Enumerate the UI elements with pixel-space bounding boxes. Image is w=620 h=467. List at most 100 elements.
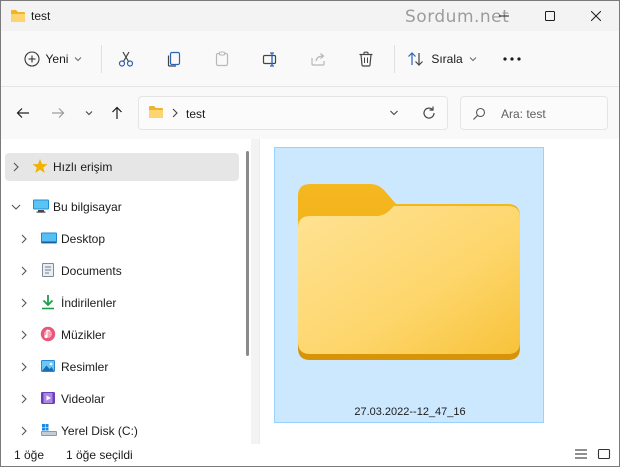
chevron-down-icon[interactable] [11, 204, 21, 210]
item-count: 1 öğe [14, 448, 45, 462]
more-icon [503, 57, 521, 61]
minimize-icon [499, 15, 509, 17]
sidebar-item-label: Müzikler [61, 328, 106, 342]
window-title: test [31, 9, 51, 23]
explorer-window: test Sordum.net Yeni Sırala test Ara: te… [0, 0, 620, 467]
paste-button[interactable] [207, 44, 237, 74]
address-bar[interactable]: test [138, 96, 448, 130]
rename-button[interactable] [255, 44, 285, 74]
share-button[interactable] [303, 44, 333, 74]
videos-icon [41, 392, 55, 404]
folder-name: 27.03.2022--12_47_16 [354, 406, 466, 418]
sidebar-item-desktop[interactable]: Desktop [5, 225, 239, 253]
copy-button[interactable] [159, 44, 189, 74]
disk-icon [41, 424, 57, 436]
chevron-down-icon [390, 110, 398, 116]
nav-scrollbar[interactable] [246, 151, 249, 356]
arrow-left-icon [16, 108, 29, 118]
maximize-icon [545, 11, 555, 21]
arrow-right-icon [52, 108, 65, 118]
sidebar-item-label: Desktop [61, 232, 106, 246]
title-bar: test Sordum.net [1, 1, 619, 31]
command-bar: Yeni Sırala [1, 31, 619, 87]
chevron-right-icon[interactable] [21, 298, 27, 308]
toolbar-divider [394, 45, 395, 73]
sidebar-item-quick-access[interactable]: Hızlı erişim [5, 153, 239, 181]
details-view-icon [575, 449, 587, 459]
sidebar-item-label: Yerel Disk (C:) [61, 424, 138, 438]
status-bar: 1 öğe 1 öğe seçildi [1, 444, 619, 466]
delete-button[interactable] [351, 44, 381, 74]
chevron-right-icon[interactable] [21, 234, 27, 244]
close-button[interactable] [573, 1, 619, 31]
search-placeholder: Ara: test [501, 107, 546, 121]
chevron-right-icon[interactable] [21, 426, 27, 436]
chevron-right-icon[interactable] [21, 362, 27, 372]
sidebar-item-documents[interactable]: Documents [5, 257, 239, 285]
sidebar-item-this-pc[interactable]: Bu bilgisayar [5, 193, 239, 221]
arrow-up-icon [112, 106, 122, 119]
rename-icon [262, 52, 277, 67]
back-button[interactable] [11, 101, 35, 125]
share-icon [311, 53, 325, 66]
documents-icon [42, 263, 54, 277]
folder-item[interactable]: 27.03.2022--12_47_16 [274, 147, 544, 423]
chevron-right-icon[interactable] [21, 330, 27, 340]
chevron-right-icon[interactable] [21, 266, 27, 276]
sidebar-item-label: Documents [61, 264, 122, 278]
chevron-right-icon[interactable] [13, 162, 19, 172]
plus-circle-icon [23, 51, 40, 67]
sidebar-item-label: İndirilenler [61, 296, 117, 310]
copy-icon [167, 51, 181, 67]
desktop-icon [41, 232, 57, 244]
address-row: test Ara: test [1, 87, 619, 139]
maximize-button[interactable] [527, 1, 573, 31]
search-icon [472, 107, 486, 124]
sidebar-item-label: Resimler [61, 360, 109, 374]
folder-icon [10, 9, 26, 26]
folder-icon [148, 105, 164, 122]
recent-locations-button[interactable] [77, 101, 101, 125]
sidebar-item-label: Hızlı erişim [53, 160, 113, 174]
sidebar-item-pictures[interactable]: Resimler [5, 353, 239, 381]
sidebar-item-videos[interactable]: Videolar [5, 385, 239, 413]
sort-button-label: Sırala [431, 52, 463, 66]
folder-icon [298, 184, 520, 360]
delete-icon [359, 51, 373, 67]
sidebar-item-label: Videolar [61, 392, 105, 406]
paste-icon [215, 51, 229, 67]
address-dropdown-button[interactable] [389, 107, 399, 121]
scissors-icon [118, 51, 134, 67]
navigation-pane: Hızlı erişim Bu bilgisayar Desktop Docum… [1, 139, 251, 444]
download-icon [42, 295, 54, 310]
sort-button[interactable]: Sırala [404, 44, 480, 74]
refresh-icon [423, 106, 435, 119]
sidebar-item-downloads[interactable]: İndirilenler [5, 289, 239, 317]
chevron-right-icon[interactable] [21, 394, 27, 404]
new-button-label: Yeni [45, 52, 69, 66]
sidebar-item-music[interactable]: Müzikler [5, 321, 239, 349]
more-button[interactable] [497, 44, 527, 74]
toolbar-divider [101, 45, 102, 73]
address-path[interactable]: test [186, 107, 205, 121]
details-view-button[interactable] [574, 448, 588, 463]
sidebar-item-local-disk[interactable]: Yerel Disk (C:) [5, 417, 239, 445]
close-icon [591, 11, 601, 21]
search-input[interactable]: Ara: test [460, 96, 608, 130]
cut-button[interactable] [111, 44, 141, 74]
forward-button[interactable] [46, 101, 70, 125]
chevron-down-icon [75, 57, 82, 62]
star-icon [32, 159, 48, 173]
refresh-button[interactable] [421, 105, 437, 124]
selection-count: 1 öğe seçildi [66, 448, 133, 462]
minimize-button[interactable] [481, 1, 527, 31]
chevron-down-icon [469, 57, 477, 62]
large-icons-view-icon [597, 448, 611, 460]
monitor-icon [33, 199, 49, 213]
chevron-right-icon[interactable] [172, 107, 178, 121]
music-icon [40, 326, 56, 342]
large-icons-view-button[interactable] [597, 448, 611, 463]
up-button[interactable] [105, 101, 129, 125]
pictures-icon [41, 360, 55, 372]
new-button[interactable]: Yeni [15, 44, 91, 74]
